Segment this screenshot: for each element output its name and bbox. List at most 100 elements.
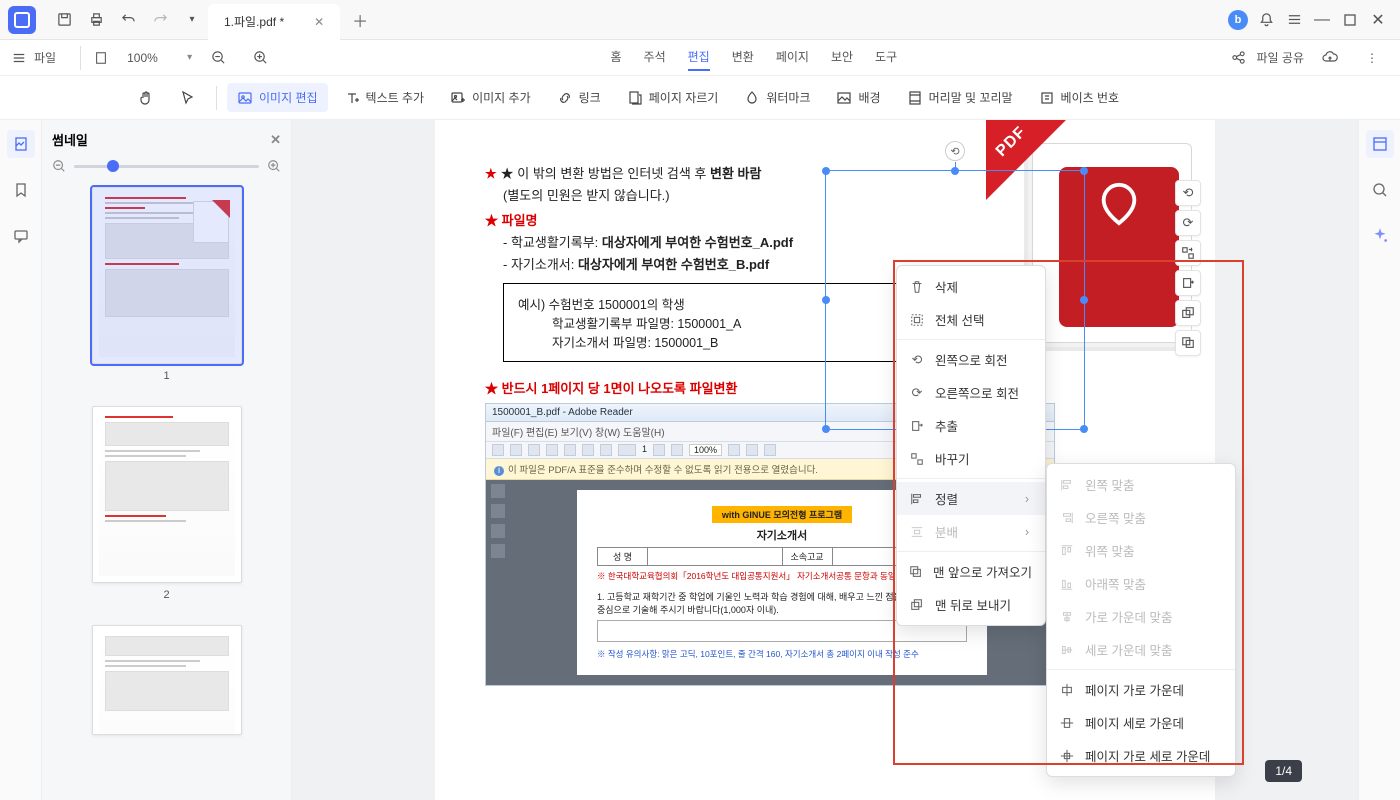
text-add-button[interactable]: 텍스트 추가 — [334, 83, 435, 112]
ctx-align[interactable]: 정렬› — [897, 482, 1045, 515]
extract-icon[interactable] — [1175, 270, 1201, 296]
fit-page-icon[interactable] — [87, 44, 115, 72]
select-tool-icon[interactable] — [170, 84, 206, 112]
header-footer-button[interactable]: 머리말 및 꼬리말 — [897, 83, 1023, 112]
undo-icon[interactable] — [114, 6, 142, 34]
rotate-left-icon[interactable]: ⟲ — [1175, 180, 1201, 206]
zoom-chevron-icon[interactable]: ▾ — [187, 52, 192, 63]
tab-page[interactable]: 페이지 — [776, 44, 809, 71]
file-menu[interactable]: 파일 — [12, 49, 56, 66]
distribute-icon — [909, 524, 925, 540]
ctx-replace[interactable]: 바꾸기 — [897, 442, 1045, 475]
trash-icon — [909, 279, 925, 295]
more-icon[interactable]: ⋮ — [1358, 44, 1386, 72]
align-top: 위쪽 맞춤 — [1047, 534, 1235, 567]
object-toolbar: ⟲ ⟳ — [1175, 180, 1201, 356]
bring-front-icon — [909, 564, 923, 580]
thumbnail-panel-icon[interactable] — [7, 130, 35, 158]
thumb-zoom-out-icon[interactable] — [52, 159, 66, 173]
properties-panel-icon[interactable] — [1366, 130, 1394, 158]
ctx-distribute: 분배› — [897, 515, 1045, 548]
extract-icon — [909, 418, 925, 434]
ctx-rotate-right[interactable]: ⟳오른쪽으로 회전 — [897, 376, 1045, 409]
thumbnail-page-2[interactable] — [92, 406, 242, 583]
align-bottom: 아래쪽 맞춤 — [1047, 567, 1235, 600]
align-right: 오른쪽 맞춤 — [1047, 501, 1235, 534]
minimize-icon[interactable]: — — [1308, 6, 1336, 34]
ctx-rotate-left[interactable]: ⟲왼쪽으로 회전 — [897, 343, 1045, 376]
file-menu-label: 파일 — [34, 49, 56, 66]
align-page-hv[interactable]: 페이지 가로 세로 가운데 — [1047, 739, 1235, 772]
align-submenu: 왼쪽 맞춤 오른쪽 맞춤 위쪽 맞춤 아래쪽 맞춤 가로 가운데 맞춤 세로 가… — [1046, 463, 1236, 777]
tab-convert[interactable]: 변환 — [732, 44, 754, 71]
thumbnail-panel-close-icon[interactable]: ✕ — [270, 132, 281, 148]
rotate-left-icon: ⟲ — [909, 352, 925, 368]
maximize-icon[interactable] — [1336, 6, 1364, 34]
comment-panel-icon[interactable] — [7, 222, 35, 250]
tab-close-icon[interactable]: ✕ — [314, 15, 324, 29]
ctx-delete[interactable]: 삭제 — [897, 270, 1045, 303]
hamburger-icon[interactable] — [1280, 6, 1308, 34]
image-add-button[interactable]: 이미지 추가 — [440, 83, 541, 112]
tab-edit[interactable]: 편집 — [688, 44, 710, 71]
rotate-right-icon[interactable]: ⟳ — [1175, 210, 1201, 236]
link-button[interactable]: 링크 — [547, 83, 611, 112]
context-menu: 삭제 전체 선택 ⟲왼쪽으로 회전 ⟳오른쪽으로 회전 추출 바꾸기 정렬› 분… — [896, 265, 1046, 626]
background-button[interactable]: 배경 — [826, 83, 890, 112]
hand-tool-icon[interactable] — [128, 84, 164, 112]
rotate-handle-icon[interactable]: ⟲ — [945, 141, 965, 161]
zoom-out-icon[interactable] — [204, 44, 232, 72]
brand-badge-icon[interactable]: b — [1224, 6, 1252, 34]
align-vcenter-icon — [1059, 642, 1075, 658]
page-vcenter-icon — [1059, 715, 1075, 731]
search-panel-icon[interactable] — [1366, 176, 1394, 204]
redo-icon[interactable] — [146, 6, 174, 34]
ctx-bring-front[interactable]: 맨 앞으로 가져오기 — [897, 555, 1045, 588]
align-right-icon — [1059, 510, 1075, 526]
align-top-icon — [1059, 543, 1075, 559]
ai-sparkle-icon[interactable] — [1366, 222, 1394, 250]
thumbnail-label: 1 — [92, 370, 242, 382]
align-left-icon — [1059, 477, 1075, 493]
bring-front-icon[interactable] — [1175, 330, 1201, 356]
zoom-value: 100% — [127, 51, 177, 65]
thumbnail-panel-title: 썸네일 — [52, 130, 88, 149]
page-hcenter-icon — [1059, 682, 1075, 698]
document-tab[interactable]: 1.파일.pdf * ✕ — [208, 4, 340, 40]
save-icon[interactable] — [50, 6, 78, 34]
send-back-icon[interactable] — [1175, 300, 1201, 326]
ctx-select-all[interactable]: 전체 선택 — [897, 303, 1045, 336]
tab-tools[interactable]: 도구 — [875, 44, 897, 71]
tab-home[interactable]: 홈 — [610, 44, 621, 71]
chevron-right-icon: › — [1025, 492, 1029, 506]
close-window-icon[interactable]: ✕ — [1364, 6, 1392, 34]
watermark-button[interactable]: 워터마크 — [734, 83, 820, 112]
replace-icon — [909, 451, 925, 467]
print-icon[interactable] — [82, 6, 110, 34]
align-page-h[interactable]: 페이지 가로 가운데 — [1047, 673, 1235, 706]
thumbnail-page-1[interactable] — [92, 187, 242, 364]
zoom-in-icon[interactable] — [246, 44, 274, 72]
bell-icon[interactable] — [1252, 6, 1280, 34]
ctx-extract[interactable]: 추출 — [897, 409, 1045, 442]
bates-button[interactable]: 베이츠 번호 — [1029, 83, 1130, 112]
replace-icon[interactable] — [1175, 240, 1201, 266]
rotate-right-icon: ⟳ — [909, 385, 925, 401]
page-indicator: 1/4 — [1265, 760, 1302, 782]
share-label[interactable]: 파일 공유 — [1256, 49, 1304, 66]
align-page-v[interactable]: 페이지 세로 가운데 — [1047, 706, 1235, 739]
divider — [80, 46, 81, 70]
tab-annotate[interactable]: 주석 — [644, 44, 666, 71]
example-box: 예시) 수험번호 1500001의 학생 학교생활기록부 파일명: 150000… — [503, 283, 943, 362]
thumbnail-page-3[interactable] — [92, 625, 242, 735]
ctx-send-back[interactable]: 맨 뒤로 보내기 — [897, 588, 1045, 621]
bookmark-panel-icon[interactable] — [7, 176, 35, 204]
add-tab-button[interactable]: ＋ — [352, 8, 368, 32]
chevron-down-icon[interactable]: ▾ — [178, 6, 206, 34]
tab-security[interactable]: 보안 — [831, 44, 853, 71]
image-edit-button[interactable]: 이미지 편집 — [227, 83, 328, 112]
thumb-zoom-slider[interactable] — [74, 165, 259, 168]
cloud-upload-icon[interactable] — [1316, 44, 1344, 72]
page-crop-button[interactable]: 페이지 자르기 — [617, 83, 729, 112]
thumb-zoom-in-icon[interactable] — [267, 159, 281, 173]
